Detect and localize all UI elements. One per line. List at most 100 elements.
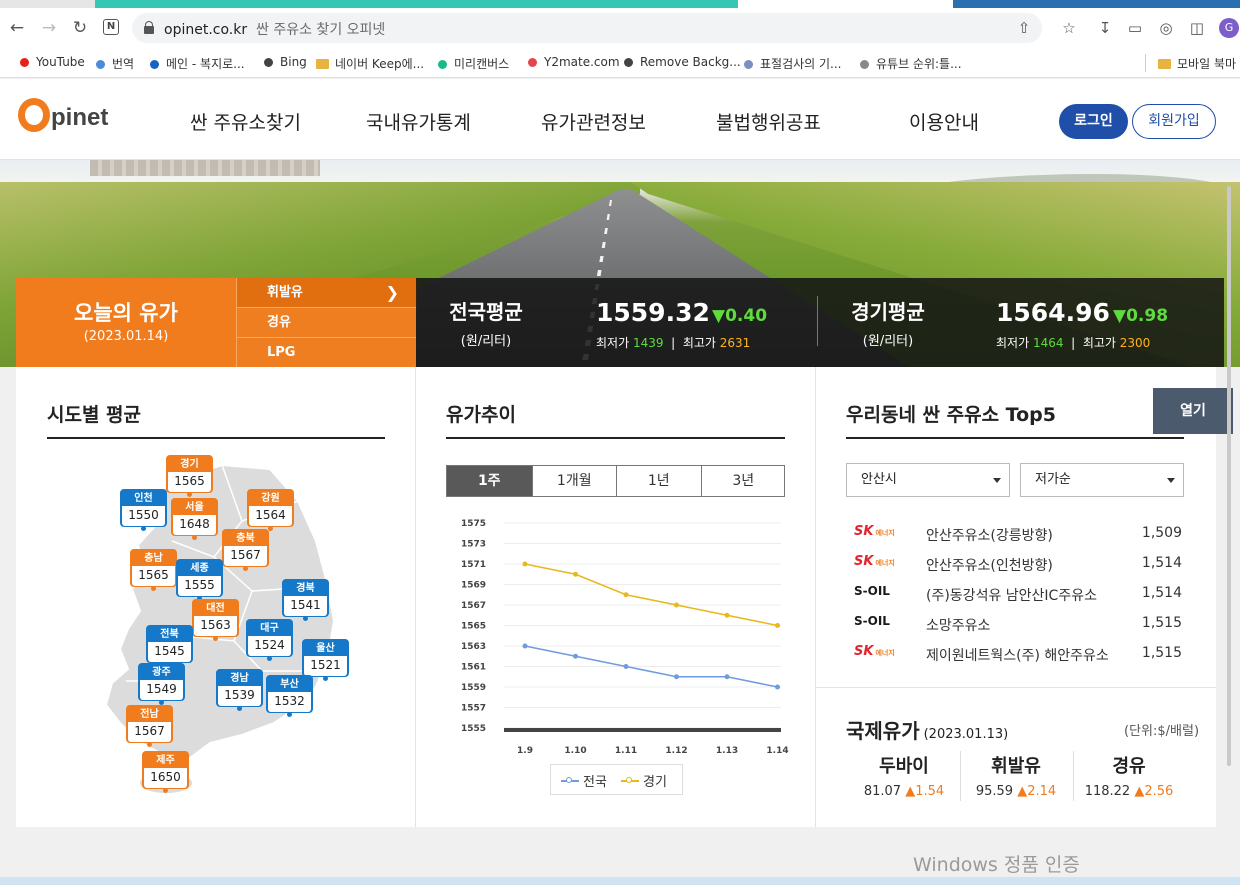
period-tab-1year[interactable]: 1년 xyxy=(616,466,701,496)
sort-select[interactable]: 저가순 xyxy=(1020,463,1184,497)
legend-item-gyeonggi[interactable]: 경기 xyxy=(621,771,667,790)
station-row[interactable]: SK 에너지 안산주유소(강릉방향) 1,509 xyxy=(846,519,1182,549)
region-badge[interactable]: 서울 1648 xyxy=(171,498,218,540)
station-row[interactable]: S-OIL (주)동강석유 남안산IC주유소 1,514 xyxy=(846,579,1182,609)
nav-find-cheap-station[interactable]: 싼 주유소찾기 xyxy=(190,108,301,135)
period-tab-3years[interactable]: 3년 xyxy=(700,466,786,496)
region-badge[interactable]: 충남 1565 xyxy=(130,549,177,591)
bookmark-bokjiro[interactable]: 메인 - 복지로... xyxy=(150,55,245,72)
opinet-logo[interactable]: pinet xyxy=(18,98,108,138)
national-average-value: 1559.32 xyxy=(596,298,710,327)
region-badge[interactable]: 부산 1532 xyxy=(266,675,313,717)
station-row[interactable]: S-OIL 소망주유소 1,515 xyxy=(846,609,1182,639)
url-page-title: 싼 주유소 찾기 오피넷 xyxy=(256,22,386,38)
screenshot-icon[interactable]: ◎ xyxy=(1156,18,1176,38)
station-row[interactable]: SK 에너지 안산주유소(인천방향) 1,514 xyxy=(846,549,1182,579)
region-badge[interactable]: 인천 1550 xyxy=(120,489,167,531)
forward-arrow-icon[interactable]: → xyxy=(40,18,58,38)
intl-diesel: 경유 118.22 ▲2.56 xyxy=(1073,752,1185,802)
region-name: 울산 xyxy=(316,643,335,654)
bookmark-bing[interactable]: Bing xyxy=(264,55,307,69)
region-badge[interactable]: 울산 1521 xyxy=(302,639,349,681)
station-name[interactable]: 안산주유소(강릉방향) xyxy=(926,525,1053,545)
fuel-tab-label: 휘발유 xyxy=(267,285,303,300)
bookmark-star-icon[interactable]: ☆ xyxy=(1059,18,1079,38)
bookmark-label: 표절검사의 기... xyxy=(760,57,842,71)
address-bar[interactable]: opinet.co.kr 싼 주유소 찾기 오피넷 xyxy=(132,13,1042,43)
region-badge[interactable]: 광주 1549 xyxy=(138,663,185,705)
nav-violations[interactable]: 불법행위공표 xyxy=(716,108,821,135)
chevron-right-icon: ❯ xyxy=(385,283,399,302)
page-scrollbar[interactable] xyxy=(1227,186,1231,766)
bing-icon xyxy=(264,58,273,67)
fuel-tab-diesel[interactable]: 경유 xyxy=(237,307,417,336)
region-badge[interactable]: 대구 1524 xyxy=(246,619,293,661)
legend-label: 전국 xyxy=(583,775,607,790)
region-badge[interactable]: 전남 1567 xyxy=(126,705,173,747)
station-price: 1,509 xyxy=(1141,525,1182,541)
folder-icon xyxy=(1158,59,1171,69)
profile-avatar[interactable]: G xyxy=(1219,18,1239,38)
region-pin-icon xyxy=(237,706,242,711)
intl-name: 경유 xyxy=(1112,756,1146,777)
bookmark-youtube[interactable]: YouTube xyxy=(20,55,85,69)
intl-value: 118.22 xyxy=(1084,784,1131,799)
reload-icon[interactable]: ↻ xyxy=(71,18,89,38)
lock-icon xyxy=(144,21,154,34)
station-name[interactable]: (주)동강석유 남안산IC주유소 xyxy=(926,585,1097,605)
bookmark-folder-mobile[interactable]: 모바일 북마 xyxy=(1158,55,1236,72)
tab-active-site[interactable] xyxy=(95,0,738,8)
data-point xyxy=(775,623,780,628)
url-text[interactable]: opinet.co.kr 싼 주유소 찾기 오피넷 xyxy=(164,19,385,39)
region-badge[interactable]: 대전 1563 xyxy=(192,599,239,641)
nav-domestic-stats[interactable]: 국내유가통계 xyxy=(366,108,471,135)
fuel-tab-gasoline[interactable]: 휘발유 ❯ xyxy=(237,278,417,307)
station-row[interactable]: SK 에너지 제이원네트웍스(주) 해안주유소 1,515 xyxy=(846,639,1182,669)
region-badge[interactable]: 세종 1555 xyxy=(176,559,223,601)
intl-title-text: 국제유가 xyxy=(846,719,920,743)
y-tick-label: 1559 xyxy=(461,683,486,693)
region-price: 1524 xyxy=(248,636,291,656)
station-name[interactable]: 안산주유소(인천방향) xyxy=(926,555,1053,575)
bookmark-folder-naver-keep[interactable]: 네이버 Keep에... xyxy=(316,55,424,72)
tab-inactive[interactable] xyxy=(0,0,95,8)
naver-extension-icon[interactable]: N xyxy=(103,19,119,35)
gyeonggi-min: 1464 xyxy=(1032,336,1064,350)
bookmark-youtube-rank[interactable]: 유튜브 순위:틀... xyxy=(860,55,962,72)
join-button[interactable]: 회원가입 xyxy=(1132,104,1216,139)
download-icon[interactable]: ↧ xyxy=(1095,18,1115,38)
region-badge[interactable]: 강원 1564 xyxy=(247,489,294,531)
share-icon[interactable]: ⇧ xyxy=(1014,18,1034,38)
city-select[interactable]: 안산시 xyxy=(846,463,1010,497)
nav-price-info[interactable]: 유가관련정보 xyxy=(541,108,646,135)
panel-divider xyxy=(415,367,416,827)
legend-item-national[interactable]: 전국 xyxy=(561,771,607,790)
nav-guide[interactable]: 이용안내 xyxy=(909,108,979,135)
bookmark-y2mate[interactable]: Y2mate.com xyxy=(528,55,620,69)
bookmark-remove-bg[interactable]: Remove Backg... xyxy=(624,55,741,69)
period-tab-1month[interactable]: 1개월 xyxy=(531,466,617,496)
region-badge[interactable]: 제주 1650 xyxy=(142,751,189,793)
login-button[interactable]: 로그인 xyxy=(1059,104,1128,139)
bookmark-plagiarism[interactable]: 표절검사의 기... xyxy=(744,55,842,72)
bookmark-translate[interactable]: 번역 xyxy=(96,55,134,72)
station-name[interactable]: 소망주유소 xyxy=(926,615,990,635)
today-price-bar: 오늘의 유가 (2023.01.14) 휘발유 ❯ 경유 LPG 전국평균 (원… xyxy=(16,278,1224,367)
period-tab-1week[interactable]: 1주 xyxy=(447,466,532,496)
station-name[interactable]: 제이원네트웍스(주) 해안주유소 xyxy=(926,645,1109,665)
region-name: 서울 xyxy=(185,502,204,513)
tab-other[interactable] xyxy=(738,0,953,8)
sidebar-icon[interactable]: ◫ xyxy=(1187,18,1207,38)
region-badge[interactable]: 충북 1567 xyxy=(222,529,269,571)
region-badge[interactable]: 경북 1541 xyxy=(282,579,329,621)
back-arrow-icon[interactable]: ← xyxy=(8,18,26,38)
region-name: 경남 xyxy=(230,673,249,684)
fuel-tab-lpg[interactable]: LPG xyxy=(237,337,417,366)
region-badge[interactable]: 경남 1539 xyxy=(216,669,263,711)
cast-icon[interactable]: ▭ xyxy=(1125,18,1145,38)
region-badge[interactable]: 전북 1545 xyxy=(146,625,193,667)
brand-logo-text: S-OIL xyxy=(854,614,890,628)
bookmark-miricanvas[interactable]: 미리캔버스 xyxy=(438,55,509,72)
top5-open-button[interactable]: 열기 xyxy=(1153,388,1233,434)
region-badge[interactable]: 경기 1565 xyxy=(166,455,213,497)
